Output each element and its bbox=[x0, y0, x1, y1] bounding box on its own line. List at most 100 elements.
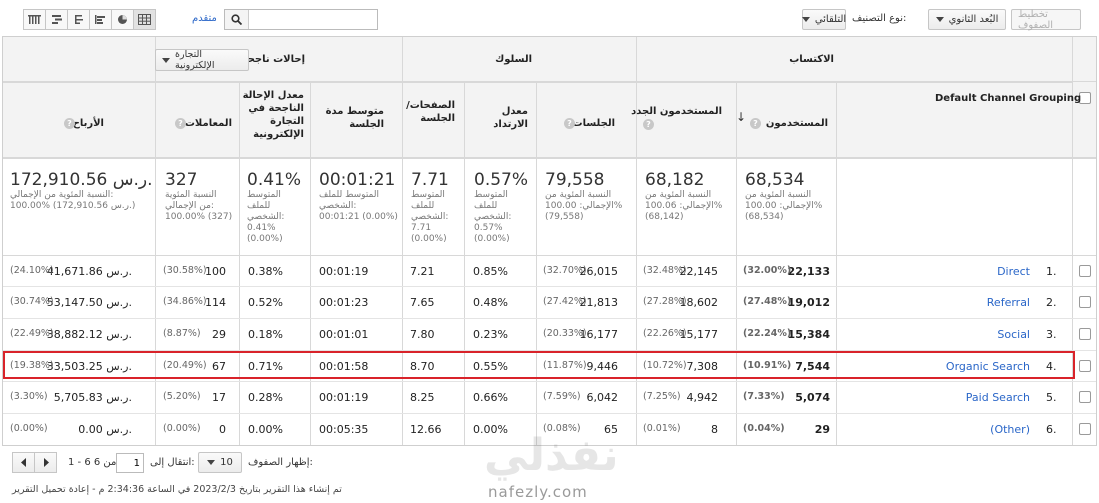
show-rows-label: إظهار الصفوف: bbox=[248, 457, 313, 468]
transactions-value: 0 bbox=[219, 423, 226, 436]
col-header-sessions[interactable]: الجلسات bbox=[573, 117, 615, 130]
pages-value: 12.66 bbox=[410, 423, 442, 436]
help-icon[interactable]: ? bbox=[64, 118, 75, 129]
chevron-down-icon bbox=[207, 460, 216, 465]
transactions-pct: (0.00%) bbox=[163, 423, 201, 434]
transactions-value: 17 bbox=[212, 391, 226, 404]
search-input[interactable] bbox=[250, 10, 377, 29]
bounce-value: 0.66% bbox=[473, 391, 508, 404]
col-header-users[interactable]: المستخدمون bbox=[766, 117, 828, 130]
revenue-pct: (3.30%) bbox=[10, 391, 48, 402]
col-header-new-users[interactable]: المستخدمون الجدد bbox=[631, 105, 722, 118]
channel-link[interactable]: Organic Search bbox=[946, 360, 1030, 373]
row-checkbox[interactable] bbox=[1079, 360, 1091, 372]
channel-link[interactable]: Direct bbox=[997, 265, 1030, 278]
goto-label: انتقال إلى: bbox=[150, 457, 195, 468]
row-checkbox[interactable] bbox=[1079, 265, 1091, 277]
users-pct: (22.24%) bbox=[743, 328, 792, 339]
pages-value: 8.25 bbox=[410, 391, 435, 404]
duration-value: 00:01:58 bbox=[319, 360, 369, 373]
total-bounce: 0.57% bbox=[474, 170, 529, 190]
users-value: 29 bbox=[814, 423, 830, 436]
sort-type-dropdown[interactable]: التلقائي bbox=[801, 9, 846, 30]
pivot-view-icon[interactable] bbox=[23, 9, 46, 30]
performance-view-icon[interactable] bbox=[89, 9, 112, 30]
users-pct: (7.33%) bbox=[743, 391, 785, 402]
col-header-bounce[interactable]: معدل الارتداد bbox=[468, 105, 528, 131]
new-users-pct: (10.72%) bbox=[643, 360, 687, 371]
total-users: 68,534 bbox=[745, 170, 805, 190]
secondary-dimension-dropdown[interactable]: البُعد الثانوي bbox=[928, 9, 1006, 30]
comparison-view-icon[interactable] bbox=[45, 9, 68, 30]
transactions-value: 100 bbox=[205, 265, 226, 278]
term-cloud-icon[interactable] bbox=[67, 9, 90, 30]
bounce-value: 0.55% bbox=[473, 360, 508, 373]
transactions-value: 114 bbox=[205, 296, 226, 309]
help-icon[interactable]: ? bbox=[750, 118, 761, 129]
group-conversions: إحالات ناجحة bbox=[241, 54, 305, 65]
total-sessions: 79,558 bbox=[545, 170, 605, 190]
channel-link[interactable]: Referral bbox=[987, 296, 1030, 309]
revenue-pct: (19.38%) bbox=[10, 360, 54, 371]
row-checkbox[interactable] bbox=[1079, 423, 1091, 435]
total-conv-rate-note: المتوسط للملف الشخصي: 0.41% (0.00%) bbox=[247, 190, 285, 244]
rows-per-page-dropdown[interactable]: 10 bbox=[198, 452, 242, 473]
pages-value: 7.21 bbox=[410, 265, 435, 278]
plot-rows-button[interactable]: تخطيط الصفوف bbox=[1011, 9, 1081, 31]
total-sessions-note: النسبة المئوية من الإجمالي: 100.00% (79,… bbox=[545, 190, 623, 222]
table-view-icon[interactable] bbox=[133, 9, 156, 30]
watermark-text: nafezly.com bbox=[488, 483, 588, 501]
conv-rate-value: 0.71% bbox=[248, 360, 283, 373]
help-icon[interactable]: ? bbox=[564, 118, 575, 129]
channel-link[interactable]: Paid Search bbox=[966, 391, 1030, 404]
pie-view-icon[interactable] bbox=[111, 9, 134, 30]
prev-page-button[interactable] bbox=[12, 452, 35, 473]
pages-value: 7.65 bbox=[410, 296, 435, 309]
users-value: 7,544 bbox=[795, 360, 830, 373]
new-users-pct: (27.28%) bbox=[643, 296, 687, 307]
row-index: 4. bbox=[1046, 360, 1057, 373]
channel-link[interactable]: (Other) bbox=[990, 423, 1030, 436]
pages-value: 7.80 bbox=[410, 328, 435, 341]
goto-page-input[interactable] bbox=[116, 453, 144, 473]
row-checkbox[interactable] bbox=[1079, 296, 1091, 308]
row-index: 3. bbox=[1046, 328, 1057, 341]
new-users-pct: (22.26%) bbox=[643, 328, 687, 339]
col-header-channel[interactable]: Default Channel Grouping bbox=[935, 92, 1081, 105]
search-icon[interactable] bbox=[225, 10, 249, 29]
users-value: 19,012 bbox=[787, 296, 830, 309]
page-range: 1 - 6 من 6 bbox=[68, 457, 117, 468]
duration-value: 00:01:19 bbox=[319, 391, 369, 404]
help-icon[interactable]: ? bbox=[643, 119, 654, 130]
row-checkbox[interactable] bbox=[1079, 328, 1091, 340]
total-bounce-note: المتوسط للملف الشخصي: 0.57% (0.00%) bbox=[474, 190, 512, 244]
chevron-down-icon bbox=[935, 17, 944, 22]
sessions-value: 6,042 bbox=[586, 391, 619, 404]
next-page-button[interactable] bbox=[34, 452, 57, 473]
transactions-pct: (20.49%) bbox=[163, 360, 207, 371]
new-users-value: 8 bbox=[711, 423, 718, 436]
transactions-pct: (8.87%) bbox=[163, 328, 201, 339]
new-users-pct: (7.25%) bbox=[643, 391, 681, 402]
sort-desc-icon[interactable]: ↓ bbox=[736, 110, 746, 124]
revenue-pct: (24.10%) bbox=[10, 265, 54, 276]
channel-link[interactable]: Social bbox=[997, 328, 1030, 341]
row-checkbox[interactable] bbox=[1079, 391, 1091, 403]
row-index: 2. bbox=[1046, 296, 1057, 309]
total-transactions: 327 bbox=[165, 170, 198, 190]
row-index: 5. bbox=[1046, 391, 1057, 404]
col-header-pages[interactable]: الصفحات/ الجلسة bbox=[399, 99, 455, 125]
advanced-search-link[interactable]: متقدم bbox=[192, 13, 217, 24]
help-icon[interactable]: ? bbox=[175, 118, 186, 129]
col-header-conv-rate[interactable]: معدل الإحالة الناجحة في التجارة الإلكترو… bbox=[242, 89, 304, 141]
total-conv-rate: 0.41% bbox=[247, 170, 302, 190]
users-pct: (0.04%) bbox=[743, 423, 785, 434]
group-behavior: السلوك bbox=[495, 54, 532, 65]
total-revenue: 172,910.56 ر.س. bbox=[10, 170, 153, 190]
col-header-transactions[interactable]: المعاملات bbox=[185, 117, 232, 130]
report-generated-note[interactable]: تم إنشاء هذا التقرير بتاريخ 2023/2/3 في … bbox=[12, 484, 342, 495]
conversion-type-dropdown[interactable]: التجارة الإلكترونية bbox=[155, 49, 249, 71]
col-header-revenue[interactable]: الأرباح bbox=[73, 117, 104, 130]
col-header-duration[interactable]: متوسط مدة الجلسة bbox=[314, 105, 384, 131]
transactions-pct: (34.86%) bbox=[163, 296, 207, 307]
